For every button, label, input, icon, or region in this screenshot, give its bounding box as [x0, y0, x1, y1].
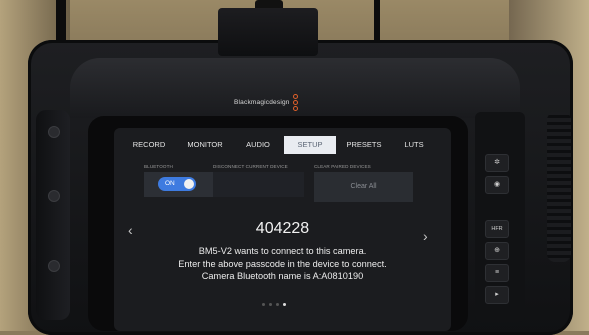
tab-record[interactable]: RECORD: [126, 136, 172, 154]
disconnect-label: DISCONNECT CURRENT DEVICE: [213, 164, 288, 169]
play-icon: ▸: [495, 291, 499, 298]
toggle-state: ON: [165, 180, 175, 187]
hfr-button[interactable]: HFR: [485, 220, 509, 238]
zoom-icon: ⊕: [494, 247, 500, 254]
top-handle: [218, 8, 318, 56]
side-button-panel: ✲ ◉ HFR ⊕ ≡ ▸: [475, 112, 525, 322]
bluetooth-setting: ON: [144, 172, 219, 197]
passcode: 404228: [255, 220, 310, 237]
bluetooth-toggle[interactable]: ON: [158, 177, 196, 191]
page-dot: [269, 303, 272, 306]
tab-presets[interactable]: PRESETS: [342, 136, 386, 154]
tab-setup[interactable]: SETUP: [284, 136, 336, 154]
page-dot-active: [283, 303, 286, 306]
lcd-screen: RECORD MONITOR AUDIO SETUP PRESETS LUTS …: [114, 128, 451, 331]
clear-paired-label: CLEAR PAIRED DEVICES: [314, 164, 371, 169]
bluetooth-label: BLUETOOTH: [144, 164, 173, 169]
screw-icon: [48, 126, 60, 138]
page-indicator: [262, 303, 286, 306]
play-button[interactable]: ▸: [485, 286, 509, 304]
tab-luts[interactable]: LUTS: [398, 136, 430, 154]
toggle-knob: [184, 179, 194, 189]
side-rail: [36, 110, 70, 320]
brand-name: Blackmagicdesign: [234, 99, 290, 106]
screw-icon: [48, 260, 60, 272]
message-line-1: BM5-V2 wants to connect to this camera.: [198, 246, 367, 256]
menu-tabs: RECORD MONITOR AUDIO SETUP PRESETS LUTS: [114, 136, 451, 154]
camera-grip: [547, 112, 571, 262]
clear-all-button[interactable]: Clear All: [314, 172, 413, 202]
gear-icon: ✲: [494, 159, 500, 166]
tab-audio[interactable]: AUDIO: [238, 136, 278, 154]
chevron-right-icon[interactable]: ›: [423, 228, 428, 244]
record-button[interactable]: ◉: [485, 176, 509, 194]
message-line-3: Camera Bluetooth name is A:A0810190: [201, 271, 364, 281]
disconnect-button[interactable]: [213, 172, 304, 197]
settings-button[interactable]: ✲: [485, 154, 509, 172]
chevron-left-icon[interactable]: ‹: [128, 222, 133, 238]
brand-mark-icon: [292, 94, 298, 111]
zoom-button[interactable]: ⊕: [485, 242, 509, 260]
screw-icon: [48, 190, 60, 202]
menu-button[interactable]: ≡: [485, 264, 509, 282]
page-dot: [262, 303, 265, 306]
message-line-2: Enter the above passcode in the device t…: [178, 259, 387, 269]
record-icon: ◉: [493, 181, 501, 188]
menu-icon: ≡: [494, 269, 500, 276]
tab-monitor[interactable]: MONITOR: [182, 136, 228, 154]
brand-logo: Blackmagicdesign: [234, 94, 298, 111]
page-dot: [276, 303, 279, 306]
